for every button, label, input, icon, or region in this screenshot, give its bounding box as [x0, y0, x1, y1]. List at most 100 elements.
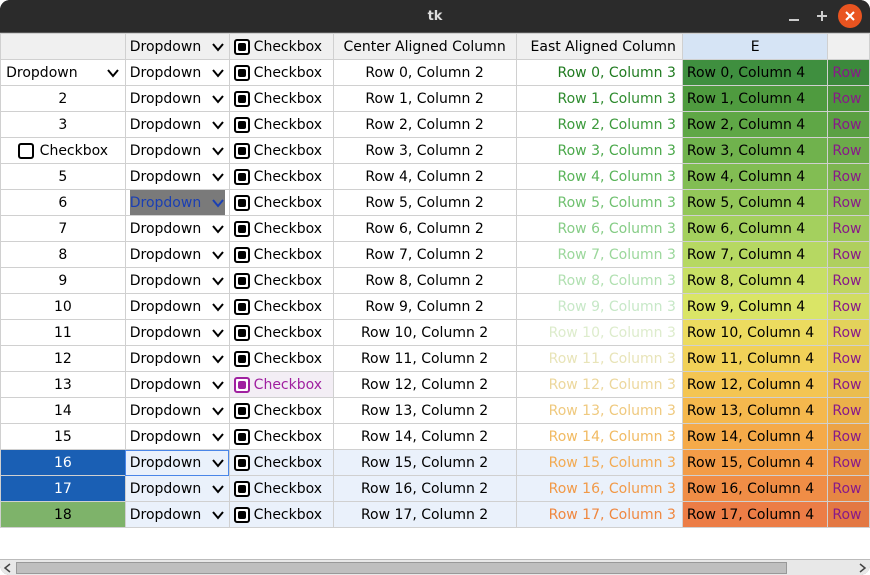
- row-index-cell[interactable]: 11: [1, 320, 126, 346]
- scrollbar-thumb[interactable]: [16, 562, 787, 574]
- center-cell[interactable]: Row 6, Column 2: [333, 216, 516, 242]
- east-cell[interactable]: Row 13, Column 3: [516, 398, 682, 424]
- dropdown-cell[interactable]: Dropdown: [125, 294, 229, 320]
- dropdown-cell[interactable]: Dropdown: [125, 424, 229, 450]
- row-index-cell[interactable]: 17: [1, 476, 126, 502]
- row-index-cell[interactable]: 6: [1, 190, 126, 216]
- close-button[interactable]: [838, 4, 862, 28]
- center-cell[interactable]: Row 11, Column 2: [333, 346, 516, 372]
- center-cell[interactable]: Row 1, Column 2: [333, 86, 516, 112]
- row-index-cell[interactable]: Dropdown: [1, 60, 126, 86]
- col4-cell[interactable]: Row 15, Column 4: [682, 450, 828, 476]
- data-table[interactable]: Dropdown Checkbox Center Aligned Column …: [0, 33, 870, 528]
- checkbox-icon[interactable]: [234, 65, 250, 81]
- table-row[interactable]: 11DropdownCheckboxRow 10, Column 2Row 10…: [1, 320, 870, 346]
- row-index-cell[interactable]: 16: [1, 450, 126, 476]
- checkbox-icon[interactable]: [234, 221, 250, 237]
- checkbox-icon[interactable]: [234, 117, 250, 133]
- center-cell[interactable]: Row 7, Column 2: [333, 242, 516, 268]
- table-row[interactable]: 5DropdownCheckboxRow 4, Column 2Row 4, C…: [1, 164, 870, 190]
- center-cell[interactable]: Row 0, Column 2: [333, 60, 516, 86]
- east-cell[interactable]: Row 4, Column 3: [516, 164, 682, 190]
- checkbox-icon[interactable]: [234, 325, 250, 341]
- center-cell[interactable]: Row 14, Column 2: [333, 424, 516, 450]
- col5-cell[interactable]: Row: [828, 60, 870, 86]
- checkbox-cell[interactable]: Checkbox: [229, 346, 333, 372]
- table-row[interactable]: 18DropdownCheckboxRow 17, Column 2Row 17…: [1, 502, 870, 528]
- dropdown-cell[interactable]: Dropdown: [125, 164, 229, 190]
- col4-cell[interactable]: Row 3, Column 4: [682, 138, 828, 164]
- checkbox-cell[interactable]: Checkbox: [229, 164, 333, 190]
- col5-cell[interactable]: Row: [828, 320, 870, 346]
- row-index-cell[interactable]: 15: [1, 424, 126, 450]
- checkbox-icon[interactable]: [234, 429, 250, 445]
- dropdown-cell[interactable]: Dropdown: [125, 320, 229, 346]
- row-index-cell[interactable]: 13: [1, 372, 126, 398]
- dropdown-cell[interactable]: Dropdown: [125, 138, 229, 164]
- checkbox-cell[interactable]: Checkbox: [229, 320, 333, 346]
- checkbox-icon[interactable]: [234, 39, 250, 55]
- east-cell[interactable]: Row 9, Column 3: [516, 294, 682, 320]
- east-cell[interactable]: Row 8, Column 3: [516, 268, 682, 294]
- east-cell[interactable]: Row 12, Column 3: [516, 372, 682, 398]
- header-e[interactable]: E: [682, 34, 828, 60]
- dropdown-cell[interactable]: Dropdown: [125, 86, 229, 112]
- center-cell[interactable]: Row 3, Column 2: [333, 138, 516, 164]
- row-index-cell[interactable]: 18: [1, 502, 126, 528]
- col4-cell[interactable]: Row 1, Column 4: [682, 86, 828, 112]
- col5-cell[interactable]: Row: [828, 268, 870, 294]
- checkbox-icon[interactable]: [234, 377, 250, 393]
- dropdown-cell[interactable]: Dropdown: [125, 346, 229, 372]
- header-center[interactable]: Center Aligned Column: [333, 34, 516, 60]
- row-index-cell[interactable]: Checkbox: [1, 138, 126, 164]
- table-row[interactable]: 8DropdownCheckboxRow 7, Column 2Row 7, C…: [1, 242, 870, 268]
- row-index-cell[interactable]: 2: [1, 86, 126, 112]
- col4-cell[interactable]: Row 5, Column 4: [682, 190, 828, 216]
- table-row[interactable]: 10DropdownCheckboxRow 9, Column 2Row 9, …: [1, 294, 870, 320]
- col5-cell[interactable]: Row: [828, 294, 870, 320]
- center-cell[interactable]: Row 17, Column 2: [333, 502, 516, 528]
- checkbox-icon[interactable]: [234, 299, 250, 315]
- row-index-cell[interactable]: 9: [1, 268, 126, 294]
- minimize-button[interactable]: [782, 4, 806, 28]
- row-index-cell[interactable]: 10: [1, 294, 126, 320]
- east-cell[interactable]: Row 7, Column 3: [516, 242, 682, 268]
- col5-cell[interactable]: Row: [828, 138, 870, 164]
- dropdown-cell[interactable]: Dropdown: [125, 372, 229, 398]
- row-index-cell[interactable]: 14: [1, 398, 126, 424]
- checkbox-icon[interactable]: [234, 455, 250, 471]
- col4-cell[interactable]: Row 12, Column 4: [682, 372, 828, 398]
- table-row[interactable]: DropdownDropdownCheckboxRow 0, Column 2R…: [1, 60, 870, 86]
- checkbox-cell[interactable]: Checkbox: [229, 242, 333, 268]
- checkbox-icon[interactable]: [18, 143, 34, 159]
- east-cell[interactable]: Row 17, Column 3: [516, 502, 682, 528]
- col5-cell[interactable]: Row: [828, 112, 870, 138]
- table-row[interactable]: 15DropdownCheckboxRow 14, Column 2Row 14…: [1, 424, 870, 450]
- east-cell[interactable]: Row 2, Column 3: [516, 112, 682, 138]
- table-row[interactable]: 14DropdownCheckboxRow 13, Column 2Row 13…: [1, 398, 870, 424]
- col5-cell[interactable]: Row: [828, 216, 870, 242]
- row-index-cell[interactable]: 7: [1, 216, 126, 242]
- table-row[interactable]: 13DropdownCheckboxRow 12, Column 2Row 12…: [1, 372, 870, 398]
- header-index[interactable]: [1, 34, 126, 60]
- col4-cell[interactable]: Row 9, Column 4: [682, 294, 828, 320]
- east-cell[interactable]: Row 14, Column 3: [516, 424, 682, 450]
- checkbox-cell[interactable]: Checkbox: [229, 268, 333, 294]
- checkbox-cell[interactable]: Checkbox: [229, 112, 333, 138]
- checkbox-icon[interactable]: [234, 481, 250, 497]
- scrollbar-track[interactable]: [16, 561, 854, 575]
- col4-cell[interactable]: Row 11, Column 4: [682, 346, 828, 372]
- col4-cell[interactable]: Row 6, Column 4: [682, 216, 828, 242]
- header-checkbox[interactable]: Checkbox: [229, 34, 333, 60]
- dropdown-cell[interactable]: Dropdown: [125, 476, 229, 502]
- dropdown-cell[interactable]: Dropdown: [125, 112, 229, 138]
- checkbox-cell[interactable]: Checkbox: [229, 86, 333, 112]
- col4-cell[interactable]: Row 10, Column 4: [682, 320, 828, 346]
- checkbox-icon[interactable]: [234, 169, 250, 185]
- dropdown-cell[interactable]: Dropdown: [125, 268, 229, 294]
- checkbox-cell[interactable]: Checkbox: [229, 398, 333, 424]
- center-cell[interactable]: Row 8, Column 2: [333, 268, 516, 294]
- header-dropdown[interactable]: Dropdown: [125, 34, 229, 60]
- table-row[interactable]: 6DropdownCheckboxRow 5, Column 2Row 5, C…: [1, 190, 870, 216]
- checkbox-icon[interactable]: [234, 351, 250, 367]
